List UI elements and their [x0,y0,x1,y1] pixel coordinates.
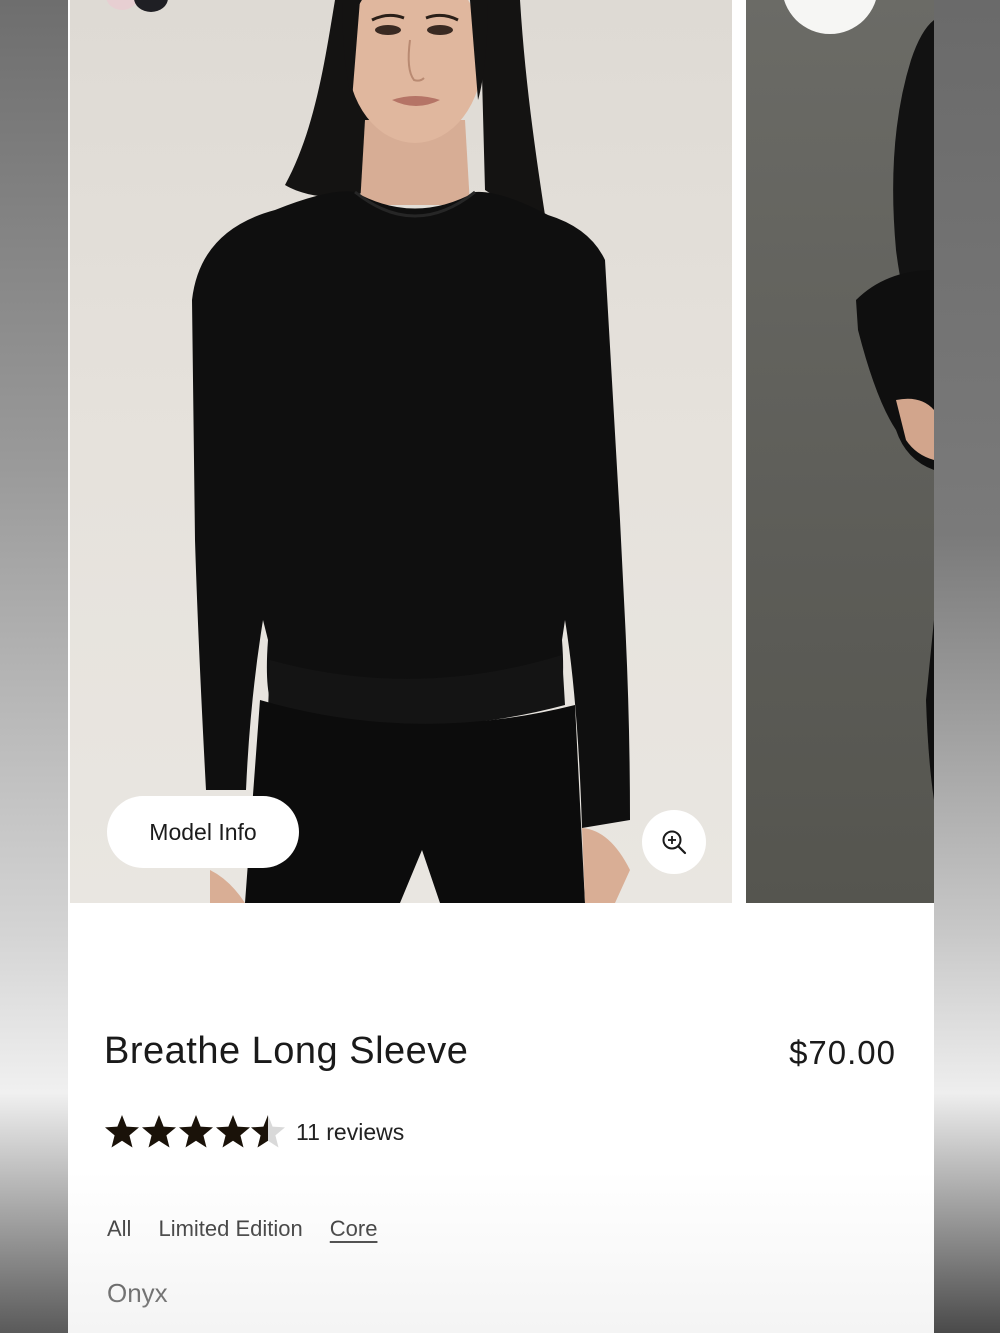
star-icon [179,1115,213,1148]
star-icon [105,1115,139,1148]
model-photo-partial [856,0,934,800]
reviews-link[interactable]: 11 reviews [296,1119,404,1146]
rating-row[interactable]: 11 reviews [104,1114,404,1150]
background-blur-left [0,0,68,1333]
model-photo [192,0,630,903]
tab-limited-edition[interactable]: Limited Edition [158,1216,302,1242]
zoom-button[interactable] [642,810,706,874]
tab-core[interactable]: Core [330,1216,378,1242]
background-blur-right [934,0,1000,1333]
star-rating [104,1114,286,1150]
selected-color-name: Onyx [107,1278,168,1308]
product-page: Model Info Breathe Long Sleeve $70.00 11… [68,0,934,1333]
filter-tabs: All Limited Edition Core [107,1216,377,1242]
product-image-main[interactable]: Model Info [70,0,732,903]
image-carousel[interactable]: Model Info [68,0,934,903]
product-price: $70.00 [789,1034,896,1071]
tab-all[interactable]: All [107,1216,131,1242]
bottom-fade [68,1170,934,1333]
product-image-next[interactable] [746,0,934,903]
model-info-button[interactable]: Model Info [107,796,299,868]
rating-stars-icon [105,1115,285,1148]
zoom-in-icon [662,830,687,855]
half-star-icon [251,1115,285,1148]
star-icon [216,1115,250,1148]
star-icon [142,1115,176,1148]
product-title: Breathe Long Sleeve [104,1030,469,1072]
